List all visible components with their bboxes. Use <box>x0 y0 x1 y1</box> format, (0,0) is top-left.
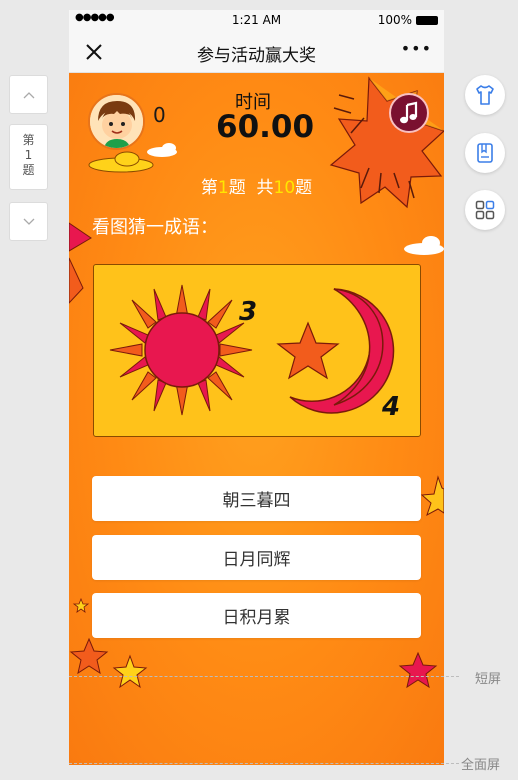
progress-total: 10 <box>273 178 296 198</box>
more-menu-button[interactable]: ••• <box>401 39 432 58</box>
shirt-icon <box>476 85 494 105</box>
bookmark-button[interactable] <box>465 133 505 173</box>
grid-menu-button[interactable] <box>465 190 505 230</box>
page-indicator-label: 第 <box>22 133 35 147</box>
answer-option-1[interactable]: 朝三暮四 <box>92 476 421 521</box>
page-indicator-number: 1 <box>24 148 33 162</box>
chevron-up-icon <box>23 91 34 98</box>
theme-button[interactable] <box>465 75 505 115</box>
short-screen-guide-line <box>69 676 459 677</box>
boy-avatar-icon <box>90 95 143 148</box>
answer-option-3[interactable]: 日积月累 <box>92 593 421 638</box>
clue-number-left: 3 <box>239 297 257 327</box>
battery-percent: 100% <box>377 13 412 27</box>
progress-prefix: 第 <box>200 178 218 198</box>
chevron-down-icon <box>23 218 34 225</box>
clue-number-right: 4 <box>381 392 400 422</box>
page-title: 参与活动赢大奖 <box>197 46 316 66</box>
short-screen-label: 短屏 <box>475 672 502 687</box>
phone-screen: ●●●●● 1:21 AM 100% 参与活动赢大奖 ••• 0 时间 60.0… <box>69 10 444 765</box>
question-text: 看图猜一成语： <box>92 217 218 238</box>
prev-question-button[interactable] <box>9 75 48 114</box>
music-note-icon <box>400 101 418 124</box>
nav-bar: 参与活动赢大奖 ••• <box>69 31 444 73</box>
page-indicator: 第 1 题 <box>9 124 48 190</box>
full-screen-guide-line <box>69 763 459 764</box>
progress-current: 1 <box>217 178 229 198</box>
puzzle-image: 3 4 <box>93 264 421 437</box>
progress-mid: 题 共 <box>228 178 274 198</box>
page-indicator-unit: 题 <box>22 163 35 177</box>
game-area: 0 时间 60.00 第1题 共10题 看图猜一成语： 3 4 朝三暮四 日月同… <box>69 73 444 765</box>
avatar <box>88 93 145 150</box>
sun-moon-star-picture: 3 4 <box>109 284 400 422</box>
book-icon <box>477 143 493 163</box>
progress-suffix: 题 <box>295 178 313 198</box>
answer-option-2[interactable]: 日月同辉 <box>92 535 421 580</box>
score-value: 0 <box>153 103 166 127</box>
battery-icon <box>416 16 438 25</box>
full-screen-label: 全面屏 <box>461 758 501 773</box>
timer-value: 60.00 <box>216 109 315 145</box>
question-progress: 第1题 共10题 <box>69 173 444 198</box>
next-question-button[interactable] <box>9 202 48 241</box>
grid-icon <box>475 200 495 220</box>
status-bar: ●●●●● 1:21 AM 100% <box>69 10 444 31</box>
music-toggle-button[interactable] <box>389 93 429 133</box>
